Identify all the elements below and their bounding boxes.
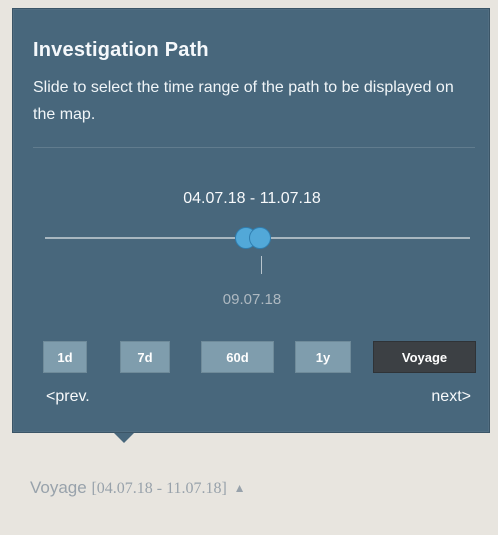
one-day-button[interactable]: 1d xyxy=(43,341,87,373)
voyage-range-value: 04.07.18 - 11.07.18 xyxy=(96,480,222,497)
investigation-path-widget: Investigation Path Slide to select the t… xyxy=(0,0,498,535)
panel-pointer xyxy=(114,433,134,443)
voyage-label: Voyage xyxy=(30,478,87,497)
time-range-slider-handle[interactable] xyxy=(235,227,271,249)
slider-date-marker: 09.07.18 xyxy=(222,291,282,308)
panel-title: Investigation Path xyxy=(33,39,209,61)
panel-description: Slide to select the time range of the pa… xyxy=(33,79,454,123)
investigation-path-panel: Investigation Path Slide to select the t… xyxy=(12,8,490,443)
voyage-button[interactable]: Voyage xyxy=(373,341,476,373)
slider-end-handle[interactable] xyxy=(249,227,271,249)
selected-range-label: 04.07.18 - 11.07.18 xyxy=(183,190,321,207)
seven-days-button[interactable]: 7d xyxy=(120,341,170,373)
next-range-link[interactable]: next> xyxy=(431,388,471,406)
panel-separator xyxy=(33,147,475,148)
voyage-range-selector[interactable]: Voyage [04.07.18 - 11.07.18] ▲ xyxy=(30,478,245,498)
previous-range-link[interactable]: <prev. xyxy=(46,388,90,406)
voyage-range-close-bracket: ] xyxy=(221,480,227,497)
slider-date-marker-line xyxy=(261,256,262,274)
sixty-days-button[interactable]: 60d xyxy=(201,341,274,373)
one-year-button[interactable]: 1y xyxy=(295,341,351,373)
chevron-up-icon[interactable]: ▲ xyxy=(234,481,246,495)
